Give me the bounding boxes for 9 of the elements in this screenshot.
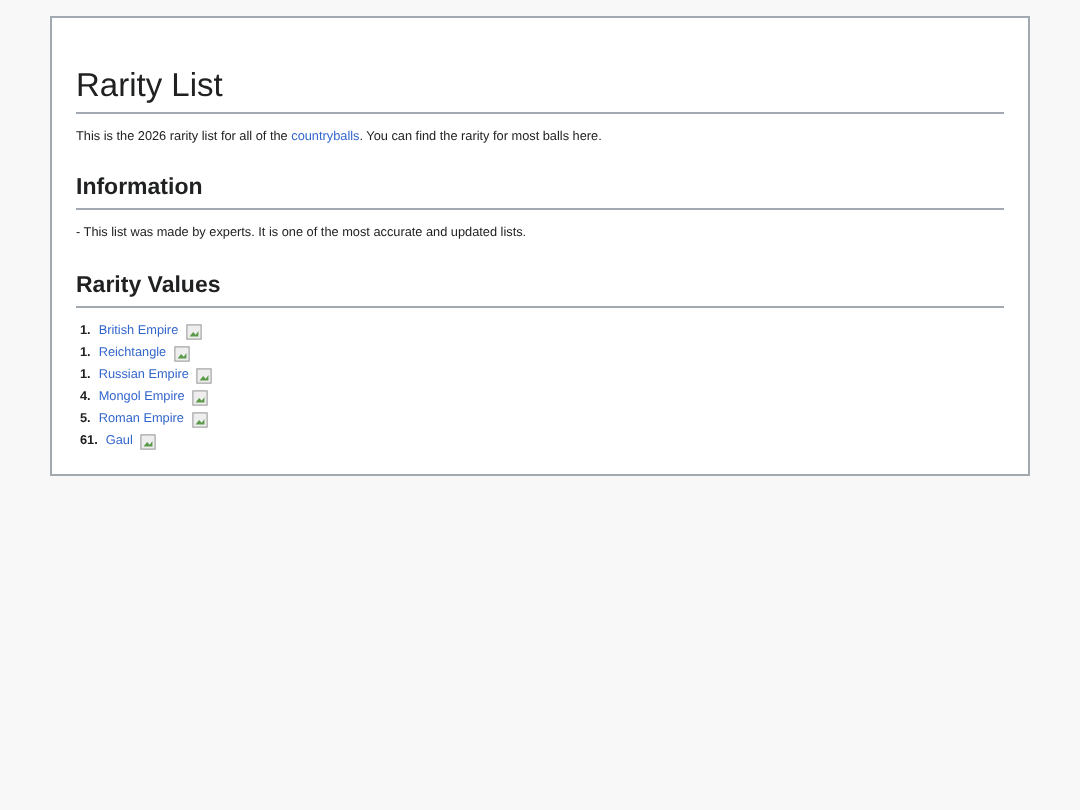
- section-heading: Rarity Values: [76, 273, 1004, 308]
- broken-image-icon: [174, 346, 191, 363]
- broken-image-icon: [192, 390, 209, 407]
- broken-image-icon: [186, 324, 203, 341]
- page-title: Rarity List: [76, 68, 1004, 114]
- broken-image-icon: [140, 434, 157, 451]
- broken-image-icon: [196, 368, 213, 385]
- broken-image-icon: [191, 412, 208, 429]
- section-heading: Information: [76, 176, 1004, 211]
